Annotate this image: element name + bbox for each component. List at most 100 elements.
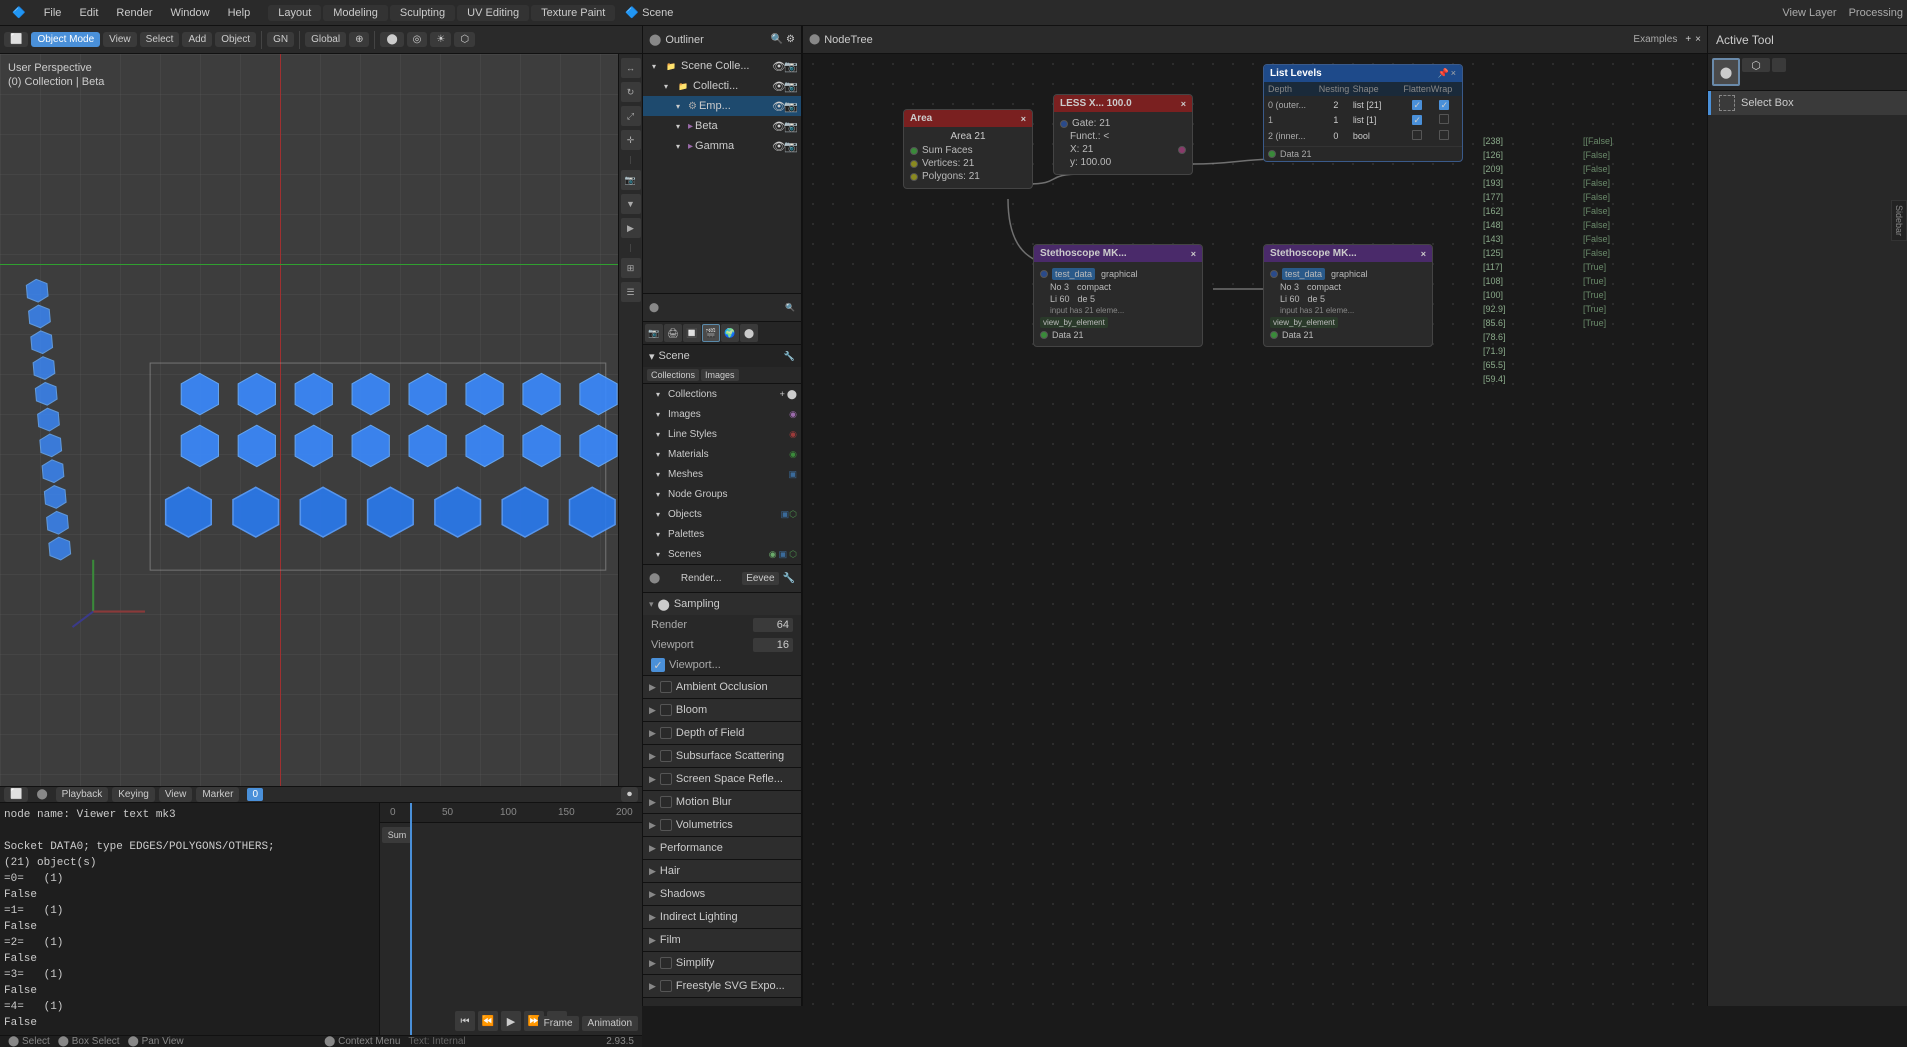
list-levels-pin[interactable]: 📌	[1438, 68, 1449, 79]
overlay-icon[interactable]: ☰	[621, 282, 641, 302]
data-line-styles[interactable]: ▾Line Styles ◉	[643, 424, 801, 444]
wrap-2-check[interactable]	[1439, 130, 1449, 140]
move-tool[interactable]: ↔	[621, 58, 641, 78]
viewport-3d[interactable]: User Perspective (0) Collection | Beta	[0, 54, 642, 786]
outliner-beta[interactable]: ▾ ▸ Beta 👁 📷	[643, 116, 801, 136]
data-images[interactable]: ▾Images ◉	[643, 404, 801, 424]
less-x-close[interactable]: ×	[1181, 99, 1186, 109]
node-remove-btn[interactable]: ×	[1695, 34, 1701, 45]
steth2-view-btn[interactable]: view_by_element	[1270, 317, 1338, 328]
cam-beta[interactable]: 📷	[785, 120, 797, 132]
node-panel[interactable]: ⬤ NodeTree Examples + ×	[802, 26, 1707, 1006]
ssr-header[interactable]: ▶ Screen Space Refle...	[643, 768, 801, 790]
blender-menu[interactable]: 🔷	[4, 4, 34, 21]
area-node[interactable]: Area × Area 21 Sum Faces Vertices: 21	[903, 109, 1033, 189]
collection-options-icon[interactable]: ⬤	[787, 389, 797, 400]
images-tab[interactable]: Images	[701, 369, 739, 381]
flatten-1-check[interactable]: ✓	[1412, 115, 1422, 125]
object-mode-btn[interactable]: Object Mode	[31, 32, 100, 47]
global-transform[interactable]: Global	[305, 32, 346, 47]
view-layer-icon[interactable]: 🔲	[683, 324, 701, 342]
playhead[interactable]	[410, 803, 412, 1035]
tool-icon-3[interactable]	[1772, 58, 1786, 72]
timeline-editor-btn[interactable]: ⬜	[4, 787, 28, 802]
simplify-checkbox[interactable]	[660, 957, 672, 969]
scene-icon1[interactable]: ◉	[769, 549, 777, 560]
less-x-node[interactable]: LESS X... 100.0 × Gate: 21 Funct.: < X: …	[1053, 94, 1193, 175]
dof-header[interactable]: ▶ Depth of Field	[643, 722, 801, 744]
dof-checkbox[interactable]	[660, 727, 672, 739]
gate-socket[interactable]	[1060, 120, 1068, 128]
steth2-socket[interactable]	[1270, 270, 1278, 278]
box-select-status[interactable]: ⬤ Box Select	[58, 1036, 120, 1047]
images-icon[interactable]: ◉	[789, 409, 797, 420]
x-output-socket[interactable]	[1178, 146, 1186, 154]
stethoscope2-close[interactable]: ×	[1421, 249, 1426, 259]
overlays-btn[interactable]: ⬡	[454, 32, 475, 47]
select-status[interactable]: ⬤ Select	[8, 1036, 50, 1047]
menu-help[interactable]: Help	[220, 5, 259, 21]
render-props-icon[interactable]: 📷	[645, 324, 663, 342]
ao-header[interactable]: ▶ Ambient Occlusion	[643, 676, 801, 698]
select-box-item[interactable]: Select Box	[1708, 91, 1907, 115]
sss-header[interactable]: ▶ Subsurface Scattering	[643, 745, 801, 767]
viewport-denoising-checkbox[interactable]: ✓	[651, 658, 665, 672]
record-btn[interactable]: ⏺	[621, 787, 638, 802]
node-canvas[interactable]: Area × Area 21 Sum Faces Vertices: 21	[803, 54, 1707, 1006]
timeline-tracks[interactable]: 0 50 100 150 200 250 Sum ⏮	[380, 803, 642, 1035]
line-styles-icon[interactable]: ◉	[789, 429, 797, 440]
materials-icon[interactable]: ◉	[789, 449, 797, 460]
steth1-view-btn[interactable]: view_by_element	[1040, 317, 1108, 328]
workspace-uv[interactable]: UV Editing	[457, 5, 529, 21]
examples-label[interactable]: Examples	[1633, 34, 1677, 45]
wrap-1-check[interactable]	[1439, 114, 1449, 124]
node-add-btn[interactable]: +	[1685, 34, 1691, 45]
ao-checkbox[interactable]	[660, 681, 672, 693]
prop-filter-icon[interactable]: 🔍	[785, 303, 795, 312]
viewpoint-top[interactable]: ▼	[621, 194, 641, 214]
add-menu[interactable]: Add	[182, 32, 212, 47]
steth1-socket[interactable]	[1040, 270, 1048, 278]
polygons-socket[interactable]	[910, 173, 918, 181]
data-materials[interactable]: ▾Materials ◉	[643, 444, 801, 464]
data-scenes[interactable]: ▾Scenes ◉ ▣ ⬡	[643, 544, 801, 564]
editor-type-btn[interactable]: ⬜	[4, 32, 28, 47]
scene-icon3[interactable]: ⬡	[789, 549, 797, 560]
properties-icon-left[interactable]: ⬤	[649, 573, 660, 584]
search-icon[interactable]: 🔍	[771, 34, 783, 45]
freestyle-header[interactable]: ▶ Freestyle SVG Expo...	[643, 975, 801, 997]
sum-faces-socket[interactable]	[910, 147, 918, 155]
menu-render[interactable]: Render	[108, 5, 160, 21]
freestyle-checkbox[interactable]	[660, 980, 672, 992]
wrap-0-check[interactable]: ✓	[1439, 100, 1449, 110]
list-levels-node[interactable]: List Levels 📌 × Depth Nesting Shape Flat…	[1263, 64, 1463, 162]
outliner-gamma[interactable]: ▾ ▸ Gamma 👁 📷	[643, 136, 801, 156]
tool-icon-2[interactable]: ⬡	[1742, 58, 1770, 72]
viewpoint-front[interactable]: ▶	[621, 218, 641, 238]
sss-checkbox[interactable]	[660, 750, 672, 762]
scene-settings-icon[interactable]: 🔧	[784, 351, 795, 362]
flatten-0-check[interactable]: ✓	[1412, 100, 1422, 110]
scene-props-icon[interactable]: 🎬	[702, 324, 720, 342]
gn-btn[interactable]: GN	[267, 32, 294, 47]
outliner-scene-collection[interactable]: ▾ 📁 Scene Colle... 👁 📷	[643, 56, 801, 76]
data-objects[interactable]: ▾Objects ▣ ⬡	[643, 504, 801, 524]
area-node-close[interactable]: ×	[1021, 114, 1026, 124]
object-menu[interactable]: Object	[215, 32, 256, 47]
scale-tool[interactable]: ⤢	[621, 106, 641, 126]
data-palettes[interactable]: ▾Palettes	[643, 524, 801, 544]
workspace-texture[interactable]: Texture Paint	[531, 5, 615, 21]
cam-coll[interactable]: 📷	[785, 80, 797, 92]
cam-gamma[interactable]: 📷	[785, 140, 797, 152]
performance-header[interactable]: ▶ Performance	[643, 837, 801, 859]
shadows-header[interactable]: ▶ Shadows	[643, 883, 801, 905]
prop-editor-icon[interactable]: ⬤	[649, 302, 659, 313]
data-meshes[interactable]: ▾Meshes ▣	[643, 464, 801, 484]
steth2-data-socket[interactable]	[1270, 331, 1278, 339]
objects-icon2[interactable]: ⬡	[789, 509, 797, 520]
keying-menu[interactable]: Keying	[112, 787, 155, 802]
sampling-header[interactable]: ▾ ⬤ Sampling	[643, 593, 801, 615]
volumetrics-header[interactable]: ▶ Volumetrics	[643, 814, 801, 836]
shading-solid[interactable]: ⬤	[380, 32, 403, 47]
select-menu[interactable]: Select	[140, 32, 180, 47]
